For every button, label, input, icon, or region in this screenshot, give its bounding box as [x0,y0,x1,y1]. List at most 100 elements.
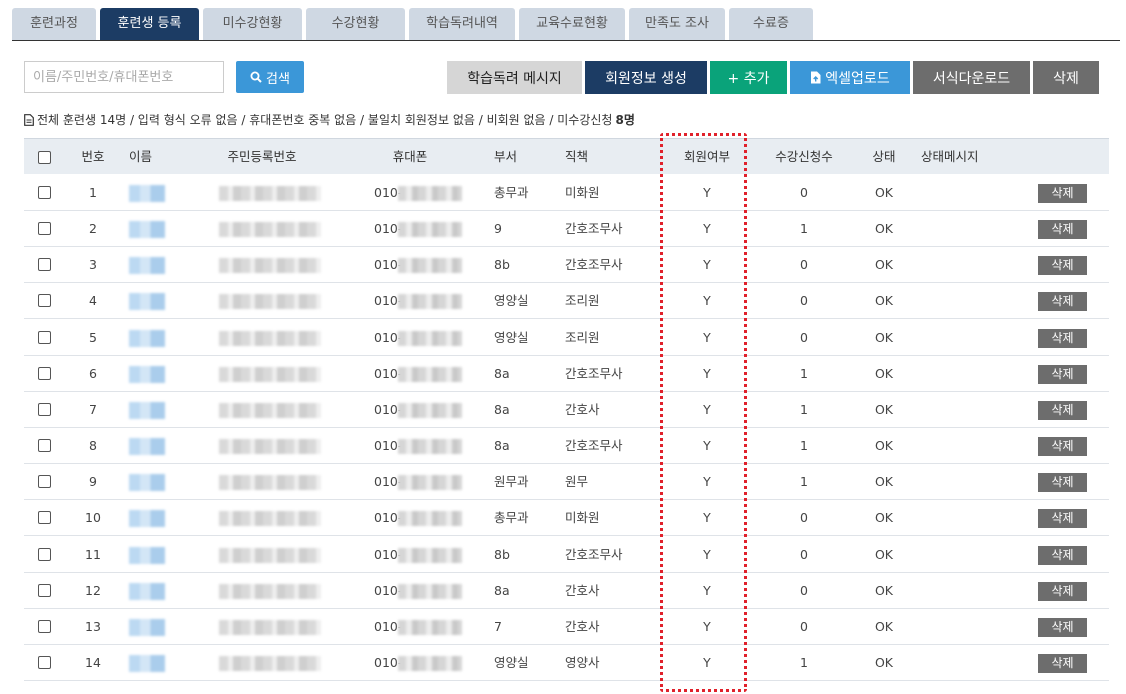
tab-trainee-registration[interactable]: 훈련생 등록 [100,8,199,40]
template-download-button[interactable]: 서식다운로드 [913,61,1030,94]
row-enroll-count: 1 [800,474,808,490]
row-status: OK [874,221,894,237]
header-status-message: 상태메시지 [921,149,979,164]
row-delete-button[interactable]: 삭제 [1038,220,1087,240]
row-member: Y [703,474,711,490]
row-member: Y [703,654,711,670]
masked-rrn [219,402,321,418]
masked-phone [398,547,462,563]
row-enroll-count: 0 [800,185,808,200]
masked-name [129,365,165,383]
row-delete-button[interactable]: 삭제 [1038,328,1087,348]
row-checkbox[interactable] [38,475,51,489]
select-all-checkbox[interactable] [38,151,51,164]
masked-rrn [219,655,321,671]
delete-selected-button[interactable]: 삭제 [1033,61,1099,94]
row-status: OK [874,510,894,526]
header-status: 상태 [872,149,896,164]
row-delete-button[interactable]: 삭제 [1038,545,1087,565]
row-member: Y [703,401,711,417]
tab-not-enrolled[interactable]: 미수강현황 [203,8,302,40]
row-enroll-count: 1 [800,654,808,670]
row-delete-button[interactable]: 삭제 [1038,256,1087,276]
masked-name [129,185,165,202]
row-enroll-count: 0 [800,257,808,273]
row-checkbox[interactable] [38,511,51,525]
add-button[interactable]: + 추가 [710,61,787,94]
row-checkbox[interactable] [38,294,51,308]
row-department: 영양실 [494,293,529,309]
table-row: 11 010- 8b 간호조무사 Y 0 OK 삭제 [24,537,1109,573]
masked-phone [398,330,462,346]
tab-certificate[interactable]: 수료증 [729,8,813,40]
row-checkbox[interactable] [38,222,51,236]
row-department: 8b [494,546,510,562]
masked-phone [398,294,462,310]
table-row: 2 010- 9 간호조무사 Y 1 OK 삭제 [24,211,1109,248]
row-checkbox[interactable] [38,619,51,633]
summary-count: 8명 [615,113,635,127]
row-checkbox[interactable] [38,186,51,199]
row-position: 간호사 [565,582,600,598]
header-department: 부서 [494,149,518,164]
tab-encouragement-history[interactable]: 학습독려내역 [409,8,515,40]
masked-rrn [219,475,321,491]
masked-rrn [219,511,321,527]
row-delete-button[interactable]: 삭제 [1038,437,1087,457]
row-number: 14 [85,654,101,670]
tab-satisfaction-survey[interactable]: 만족도 조사 [629,8,725,40]
row-delete-button[interactable]: 삭제 [1038,653,1087,673]
row-member: Y [703,365,711,381]
file-upload-icon [811,71,821,84]
row-delete-button[interactable]: 삭제 [1038,509,1087,529]
header-name: 이름 [129,149,153,164]
row-member: Y [703,582,711,598]
masked-rrn [219,439,321,455]
masked-name [129,221,165,239]
row-delete-button[interactable]: 삭제 [1038,473,1087,493]
row-checkbox[interactable] [38,258,51,272]
tab-enrollment-status[interactable]: 수강현황 [306,8,405,40]
row-checkbox[interactable] [38,547,51,561]
row-member: Y [703,546,711,562]
row-enroll-count: 0 [800,618,808,634]
header-phone: 휴대폰 [392,149,428,164]
header-no: 번호 [81,149,105,164]
tab-completion-status[interactable]: 교육수료현황 [519,8,625,40]
table-row: 10 010- 총무과 미화원 Y 0 OK 삭제 [24,500,1109,537]
row-position: 간호조무사 [565,438,623,454]
table-row: 12 010- 8a 간호사 Y 0 OK 삭제 [24,573,1109,609]
search-input[interactable] [24,61,224,93]
row-checkbox[interactable] [38,655,51,669]
row-position: 영양사 [565,654,600,670]
create-member-button[interactable]: 회원정보 생성 [585,61,707,94]
row-checkbox[interactable] [38,439,51,453]
row-checkbox[interactable] [38,583,51,597]
row-checkbox[interactable] [38,366,51,380]
row-status: OK [874,654,894,670]
table-row: 7 010- 8a 간호사 Y 1 OK 삭제 [24,392,1109,428]
row-checkbox[interactable] [38,402,51,416]
row-department: 총무과 [494,185,529,200]
learning-reminder-button[interactable]: 학습독려 메시지 [447,61,582,94]
tab-course[interactable]: 훈련과정 [12,8,96,40]
row-delete-button[interactable]: 삭제 [1038,581,1087,601]
table-row: 13 010- 7 간호사 Y 0 OK 삭제 [24,609,1109,645]
row-department: 8a [494,401,510,417]
row-delete-button[interactable]: 삭제 [1038,184,1087,203]
table-row: 9 010- 원무과 원무 Y 1 OK 삭제 [24,464,1109,501]
row-delete-button[interactable]: 삭제 [1038,617,1087,637]
row-status: OK [874,582,894,598]
row-delete-button[interactable]: 삭제 [1038,292,1087,312]
row-number: 8 [89,438,97,454]
row-position: 간호조무사 [565,546,623,562]
row-enroll-count: 1 [800,365,808,381]
row-delete-button[interactable]: 삭제 [1038,364,1087,384]
excel-upload-button[interactable]: 엑셀업로드 [790,61,910,94]
masked-phone [398,222,462,238]
search-button[interactable]: 검색 [236,61,304,93]
row-delete-button[interactable]: 삭제 [1038,400,1087,420]
row-checkbox[interactable] [38,330,51,344]
table-row: 8 010- 8a 간호조무사 Y 1 OK 삭제 [24,428,1109,465]
header-rrn: 주민등록번호 [227,149,297,164]
